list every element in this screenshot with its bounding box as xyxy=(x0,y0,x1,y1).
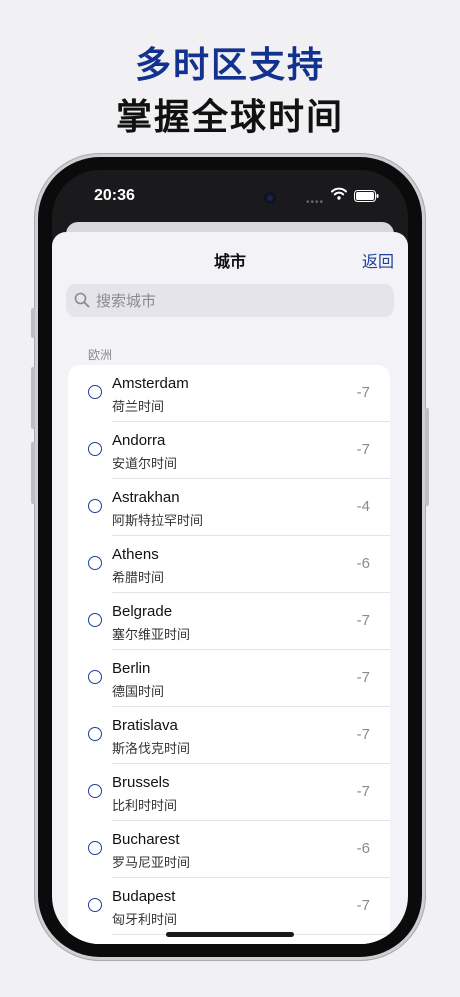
time-offset: -4 xyxy=(356,498,370,515)
radio-button[interactable] xyxy=(88,898,102,912)
home-indicator[interactable] xyxy=(166,932,294,937)
radio-button[interactable] xyxy=(88,442,102,456)
section-header-europe: 欧洲 xyxy=(88,348,113,362)
city-row-amsterdam[interactable]: Amsterdam 荷兰时间 -7 xyxy=(68,365,390,422)
time-offset: -7 xyxy=(356,669,370,686)
radio-button[interactable] xyxy=(88,727,102,741)
city-name: Bratislava xyxy=(112,717,178,734)
page-title: 城市 xyxy=(213,254,246,271)
radio-button[interactable] xyxy=(88,613,102,627)
search-icon xyxy=(74,292,90,313)
city-row-brussels[interactable]: Brussels 比利时时间 -7 xyxy=(68,764,390,821)
city-row-astrakhan[interactable]: Astrakhan 阿斯特拉罕时间 -4 xyxy=(68,479,390,536)
time-offset: -7 xyxy=(356,612,370,629)
city-name: Amsterdam xyxy=(112,375,189,392)
city-timezone-label: 塞尔维亚时间 xyxy=(112,627,191,642)
headline-subtitle: 掌握全球时间 xyxy=(115,96,344,137)
radio-button[interactable] xyxy=(88,556,102,570)
city-timezone-label: 斯洛伐克时间 xyxy=(112,741,191,756)
city-row-athens[interactable]: Athens 希腊时间 -6 xyxy=(68,536,390,593)
status-time: 20:36 xyxy=(94,187,135,204)
radio-button[interactable] xyxy=(88,784,102,798)
radio-button[interactable] xyxy=(88,841,102,855)
city-timezone-label: 阿斯特拉罕时间 xyxy=(112,513,204,528)
time-offset: -6 xyxy=(356,840,370,857)
city-name: Bucharest xyxy=(112,831,180,848)
city-picker-sheet: 城市 返回 欧洲 Amsterdam 荷兰时间 -7 Andorr xyxy=(52,232,408,944)
city-row-berlin[interactable]: Berlin 德国时间 -7 xyxy=(68,650,390,707)
search-bar[interactable] xyxy=(66,284,394,319)
city-row-belgrade[interactable]: Belgrade 塞尔维亚时间 -7 xyxy=(68,593,390,650)
time-offset: -7 xyxy=(356,783,370,800)
time-offset: -7 xyxy=(356,441,370,458)
city-timezone-label: 匈牙利时间 xyxy=(112,912,178,927)
city-name: Brussels xyxy=(112,774,170,791)
city-name: Berlin xyxy=(112,660,151,677)
city-row-bucharest[interactable]: Bucharest 罗马尼亚时间 -6 xyxy=(68,821,390,878)
city-row-andorra[interactable]: Andorra 安道尔时间 -7 xyxy=(68,422,390,479)
city-name: Astrakhan xyxy=(112,489,180,506)
battery-icon xyxy=(354,189,379,207)
phone-screen: 20:36 •••• 城市 返回 欧洲 xyxy=(52,170,408,944)
time-offset: -7 xyxy=(356,897,370,914)
city-timezone-label: 比利时时间 xyxy=(112,798,178,813)
mute-switch xyxy=(31,308,35,338)
power-button xyxy=(425,408,429,506)
radio-button[interactable] xyxy=(88,499,102,513)
city-timezone-label: 德国时间 xyxy=(112,684,165,699)
headline-title: 多时区支持 xyxy=(134,44,325,85)
volume-down-button xyxy=(31,442,35,504)
search-input[interactable] xyxy=(94,284,388,319)
city-row-budapest[interactable]: Budapest 匈牙利时间 -7 xyxy=(68,878,390,935)
time-offset: -6 xyxy=(356,555,370,572)
back-button[interactable]: 返回 xyxy=(362,248,394,272)
cellular-signal-icon: •••• xyxy=(306,197,325,208)
city-timezone-label: 罗马尼亚时间 xyxy=(112,855,191,870)
time-offset: -7 xyxy=(356,384,370,401)
city-timezone-label: 安道尔时间 xyxy=(112,456,178,471)
city-name: Budapest xyxy=(112,888,176,905)
city-name: Athens xyxy=(112,546,159,563)
city-list: Amsterdam 荷兰时间 -7 Andorra 安道尔时间 -7 Astra… xyxy=(68,365,390,944)
radio-button[interactable] xyxy=(88,385,102,399)
city-name: Andorra xyxy=(112,432,166,449)
radio-button[interactable] xyxy=(88,670,102,684)
city-name: Belgrade xyxy=(112,603,173,620)
time-offset: -7 xyxy=(356,726,370,743)
camera-icon xyxy=(264,192,276,204)
volume-up-button xyxy=(31,367,35,429)
wifi-icon xyxy=(331,187,347,205)
city-row-bratislava[interactable]: Bratislava 斯洛伐克时间 -7 xyxy=(68,707,390,764)
city-timezone-label: 希腊时间 xyxy=(112,570,165,585)
city-timezone-label: 荷兰时间 xyxy=(112,399,165,414)
